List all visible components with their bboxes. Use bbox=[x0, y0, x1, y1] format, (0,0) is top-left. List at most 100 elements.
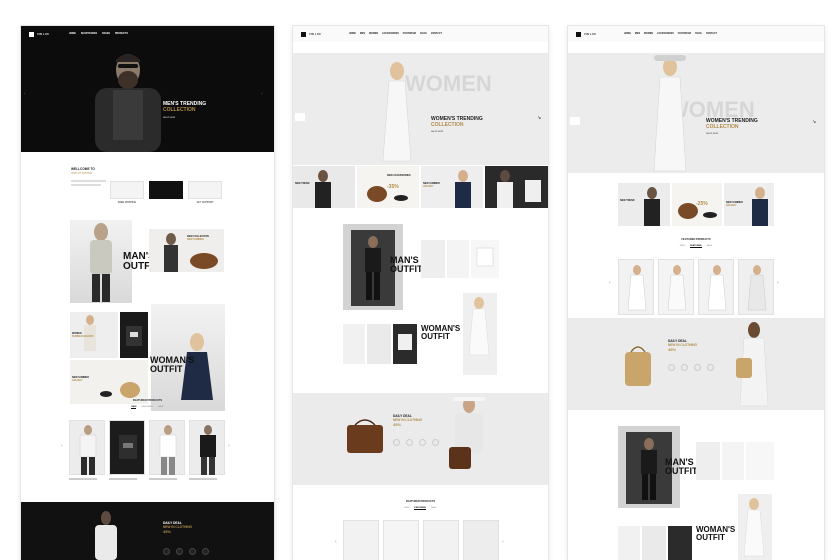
hero-title-line2: COLLECTION bbox=[706, 123, 739, 130]
featured-next-arrow-icon[interactable]: › bbox=[777, 281, 779, 286]
brand-name[interactable]: VIN LUX bbox=[584, 33, 596, 36]
featured-next-arrow-icon[interactable]: › bbox=[502, 540, 504, 545]
daily-deal-section: DAILY DEAL NEW IN CLOTHING 45% bbox=[21, 502, 274, 560]
tab-featured[interactable]: FEATURED bbox=[141, 406, 153, 409]
hero-shop-link[interactable]: SHOP NOW bbox=[163, 117, 206, 119]
menu-item-home[interactable]: HOME bbox=[69, 33, 76, 35]
product-card[interactable] bbox=[698, 259, 734, 315]
promo-new-trend: NEW TREND bbox=[618, 183, 670, 226]
hero-prev-button[interactable] bbox=[295, 113, 305, 121]
mans-product-thumb[interactable] bbox=[471, 240, 499, 278]
hero-next-arrow-icon[interactable]: ↘ bbox=[537, 115, 541, 121]
product-card[interactable] bbox=[109, 420, 145, 475]
menu-item-men[interactable]: MEN bbox=[360, 33, 365, 35]
mans-product-thumb[interactable] bbox=[447, 240, 469, 278]
daily-deal-model-image bbox=[89, 510, 123, 560]
womans-product-thumb[interactable] bbox=[367, 324, 391, 364]
mans-outfit-title: MAN'S OUTFIT bbox=[390, 256, 423, 273]
hero-title-line2: COLLECTION bbox=[431, 121, 464, 128]
hero-next-arrow-icon[interactable]: ↘ bbox=[812, 119, 816, 125]
product-card[interactable] bbox=[69, 420, 105, 475]
mockup-homepage-boxed: VIN LUX HOME MEN WOMEN ACCESSORIES FOOTW… bbox=[568, 26, 824, 560]
mans-product-thumb[interactable] bbox=[696, 442, 720, 480]
womans-outfit-title: WOMAN'S OUTFIT bbox=[150, 356, 194, 373]
featured-next-arrow-icon[interactable]: › bbox=[228, 444, 230, 449]
womans-product-thumb[interactable] bbox=[343, 324, 365, 364]
daily-deal-text: DAILY DEAL NEW IN CLOTHING 45% bbox=[393, 414, 422, 427]
countdown-hours bbox=[176, 548, 183, 555]
menu-item-contact[interactable]: CONTACT bbox=[706, 33, 717, 35]
menu-item-footwear[interactable]: FOOTWEAR bbox=[678, 33, 691, 35]
tab-sale[interactable]: SALE bbox=[707, 245, 713, 248]
hero-title: WOMEN'S TRENDING COLLECTION SHOP NOW bbox=[706, 118, 758, 135]
featured-prev-arrow-icon[interactable]: ‹ bbox=[61, 444, 63, 449]
countdown-minutes bbox=[189, 548, 196, 555]
tab-new[interactable]: NEW bbox=[680, 245, 685, 248]
mans-product-thumb[interactable] bbox=[722, 442, 744, 480]
hero-title: MEN'S TRENDING COLLECTION SHOP NOW bbox=[163, 101, 206, 119]
countdown-seconds bbox=[432, 439, 439, 446]
mans-outfit-line2: OUTFIT bbox=[390, 263, 423, 274]
menu-item-men[interactable]: MEN bbox=[635, 33, 640, 35]
product-card[interactable] bbox=[383, 520, 419, 560]
menu-item-contact[interactable]: CONTACT bbox=[431, 33, 442, 35]
tab-new[interactable]: NEW bbox=[404, 507, 409, 510]
countdown-days bbox=[163, 548, 170, 555]
hero-prev-button[interactable] bbox=[570, 117, 580, 125]
countdown-minutes bbox=[419, 439, 426, 446]
tab-featured[interactable]: FEATURED bbox=[414, 507, 427, 510]
menu-item-products[interactable]: PRODUCTS bbox=[115, 33, 128, 35]
product-card[interactable] bbox=[463, 520, 499, 560]
top-nav: VIN LUX HOME SHORTCODES PAGES PRODUCTS bbox=[21, 26, 274, 42]
promo-accessories: -25% bbox=[672, 183, 722, 226]
hero-next-arrow-icon[interactable]: › bbox=[261, 92, 263, 97]
product-card[interactable] bbox=[189, 420, 225, 475]
menu-item-home[interactable]: HOME bbox=[349, 33, 356, 35]
menu-item-accessories[interactable]: ACCESSORIES bbox=[657, 33, 674, 35]
tab-sale[interactable]: SALE bbox=[431, 507, 437, 510]
menu-item-women[interactable]: WOMEN bbox=[644, 33, 653, 35]
menu-item-shortcodes[interactable]: SHORTCODES bbox=[81, 33, 97, 35]
product-card[interactable] bbox=[423, 520, 459, 560]
product-card[interactable] bbox=[738, 259, 774, 315]
main-menu: HOME MEN WOMEN ACCESSORIES FOOTWEAR BLOG… bbox=[349, 33, 442, 35]
menu-item-blog[interactable]: BLOG bbox=[695, 33, 702, 35]
featured-prev-arrow-icon[interactable]: ‹ bbox=[335, 540, 337, 545]
hero-shop-link[interactable]: SHOP NOW bbox=[431, 131, 483, 133]
daily-deal-model-image bbox=[728, 318, 778, 410]
hero-title-line2: COLLECTION bbox=[163, 106, 196, 113]
featured-prev-arrow-icon[interactable]: ‹ bbox=[609, 281, 611, 286]
menu-item-women[interactable]: WOMEN bbox=[369, 33, 378, 35]
promo-new-summer: NEW SUMMER HOLIDAY bbox=[421, 166, 483, 208]
hero-prev-arrow-icon[interactable]: ‹ bbox=[24, 92, 26, 97]
tab-sale[interactable]: SALE bbox=[158, 406, 164, 409]
main-menu: HOME MEN WOMEN ACCESSORIES FOOTWEAR BLOG… bbox=[624, 33, 717, 35]
brand-name[interactable]: VIN LUX bbox=[37, 33, 49, 36]
womans-product-thumb[interactable] bbox=[393, 324, 417, 364]
menu-item-home[interactable]: HOME bbox=[624, 33, 631, 35]
hero-shop-link[interactable]: SHOP NOW bbox=[706, 133, 758, 135]
product-card[interactable] bbox=[149, 420, 185, 475]
womans-product-thumb[interactable] bbox=[642, 526, 666, 560]
promo-accessories: NEW ACCESSORIES -35% bbox=[357, 166, 419, 208]
welcome-title-line2: VINTLUX FASHION bbox=[71, 171, 93, 175]
menu-item-footwear[interactable]: FOOTWEAR bbox=[403, 33, 416, 35]
daily-deal-model-image bbox=[439, 393, 499, 485]
promo-label: NEW TREND bbox=[295, 182, 310, 185]
mans-product-thumb[interactable] bbox=[421, 240, 445, 278]
hero-model-image bbox=[638, 53, 698, 173]
tab-new[interactable]: NEW bbox=[131, 406, 137, 409]
brand-name[interactable]: VIN LUX bbox=[309, 33, 321, 36]
menu-item-blog[interactable]: BLOG bbox=[420, 33, 427, 35]
womans-product-thumb[interactable] bbox=[668, 526, 692, 560]
mans-product-thumb[interactable] bbox=[746, 442, 774, 480]
product-card[interactable] bbox=[343, 520, 379, 560]
product-card[interactable] bbox=[618, 259, 654, 315]
product-card[interactable] bbox=[658, 259, 694, 315]
menu-item-accessories[interactable]: ACCESSORIES bbox=[382, 33, 399, 35]
tab-featured[interactable]: FEATURED bbox=[689, 245, 702, 248]
womans-product-thumb[interactable] bbox=[618, 526, 640, 560]
logo-icon bbox=[576, 31, 581, 37]
menu-item-pages[interactable]: PAGES bbox=[102, 33, 110, 35]
countdown-hours bbox=[681, 364, 688, 371]
